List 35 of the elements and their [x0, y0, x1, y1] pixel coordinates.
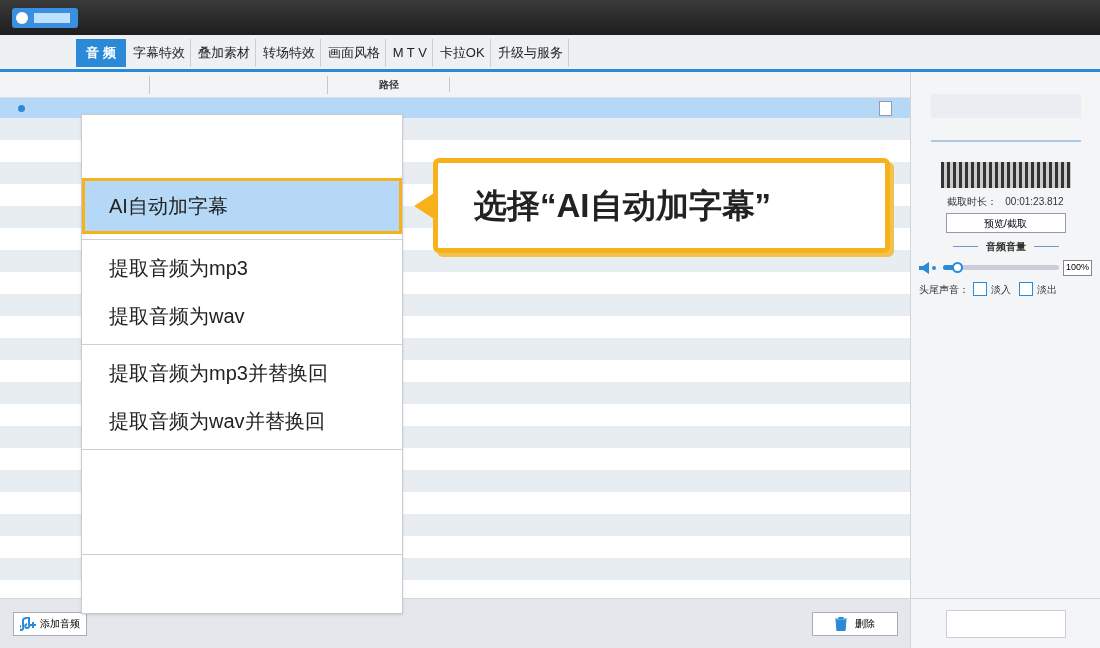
duration-label: 截取时长：	[947, 195, 998, 209]
volume-slider[interactable]	[943, 265, 1059, 271]
tab[interactable]: 字幕特效	[127, 39, 191, 67]
delete-button[interactable]: 删除	[812, 611, 898, 636]
callout-pointer-icon	[414, 193, 434, 219]
tab[interactable]: M T V	[387, 39, 433, 67]
tab[interactable]: 叠加素材	[192, 39, 256, 67]
waveform-icon	[940, 162, 1071, 188]
duration-value: 00:01:23.812	[1005, 195, 1064, 209]
checkbox[interactable]	[1019, 282, 1033, 296]
menu-item[interactable]: 提取音频为wav	[82, 292, 402, 340]
volume-reading: 100%	[1062, 260, 1092, 276]
tab[interactable]: 转场特效	[257, 39, 321, 67]
preview-button[interactable]: 预览/截取	[945, 213, 1066, 233]
menu-item[interactable]: 提取音频为mp3并替换回	[82, 349, 402, 397]
speaker-icon[interactable]	[919, 261, 939, 274]
checkbox-label: 淡入	[991, 282, 1011, 297]
tab[interactable]: 音 频	[76, 39, 126, 67]
checkbox[interactable]	[973, 282, 987, 296]
tab[interactable]: 卡拉OK	[434, 39, 491, 67]
menu-item[interactable]: 提取音频为mp3	[82, 244, 402, 292]
row-more-icon[interactable]	[879, 100, 892, 116]
tab[interactable]: 画面风格	[322, 39, 386, 67]
music-note-icon	[20, 616, 36, 631]
tab[interactable]: 升级与服务	[492, 39, 569, 67]
add-audio-button[interactable]: 添加音频	[13, 611, 87, 636]
row-bullet-icon	[18, 104, 25, 112]
trash-icon	[835, 616, 847, 631]
app-logo-icon	[12, 6, 78, 29]
menu-item[interactable]: AI自动加字幕	[82, 178, 402, 234]
menu-item[interactable]: 提取音频为wav并替换回	[82, 397, 402, 445]
fade-label: 头尾声音：	[919, 282, 969, 297]
column-header: 路径	[328, 77, 450, 92]
checkbox-label: 淡出	[1037, 282, 1057, 297]
section-title: 音频音量	[985, 240, 1026, 254]
